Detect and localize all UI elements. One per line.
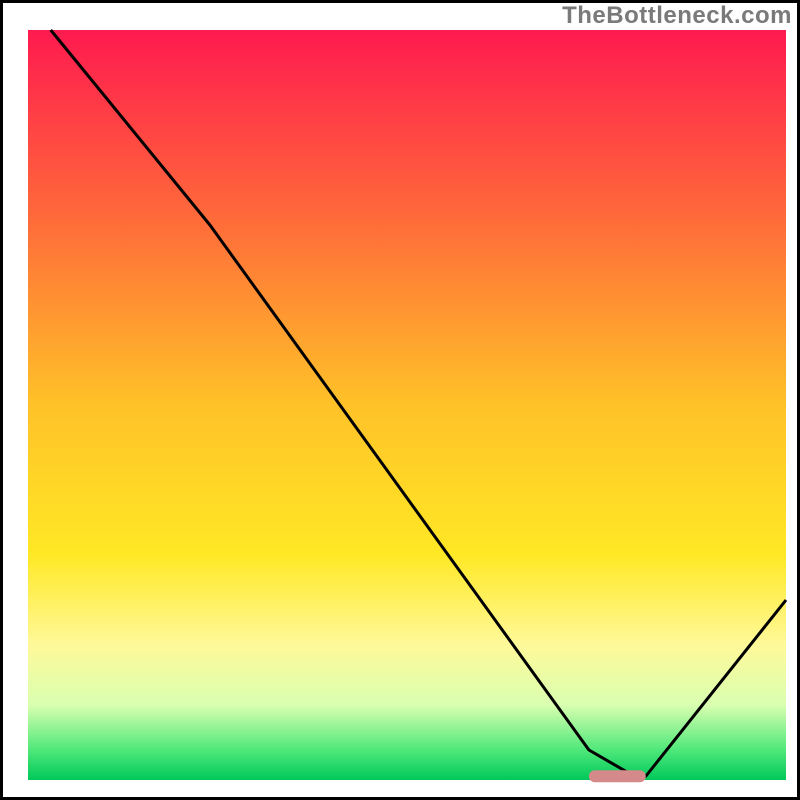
chart-container: TheBottleneck.com bbox=[0, 0, 800, 800]
watermark-text: TheBottleneck.com bbox=[562, 2, 792, 30]
optimum-marker bbox=[589, 770, 646, 782]
bottleneck-chart bbox=[0, 0, 800, 800]
